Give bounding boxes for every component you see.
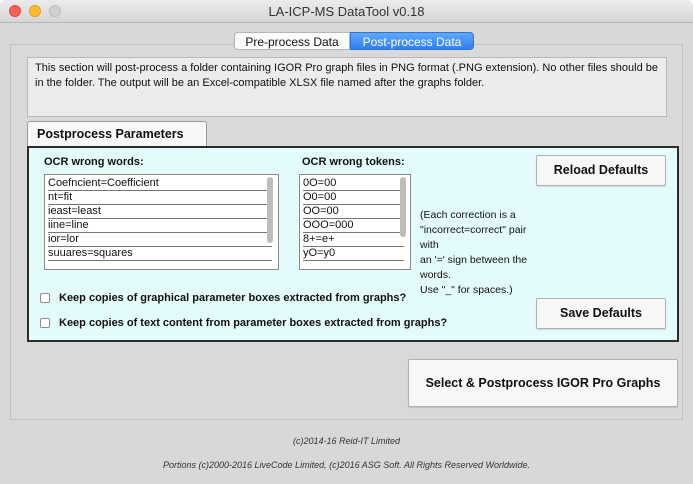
list-item[interactable]: ieast=least	[48, 205, 272, 219]
ocr-words-label: OCR wrong words:	[44, 156, 144, 168]
ocr-tokens-scrollbar[interactable]	[400, 177, 406, 237]
ocr-tokens-label: OCR wrong tokens:	[302, 156, 405, 168]
save-defaults-button[interactable]: Save Defaults	[536, 298, 666, 329]
tab-pre-process[interactable]: Pre-process Data	[234, 32, 350, 50]
copyright-line: (c)2014-16 Reid-IT Limited	[292, 436, 401, 446]
note-line: Use "_" for spaces.)	[420, 284, 513, 296]
keep-text-label[interactable]: Keep copies of text content from paramet…	[59, 317, 447, 329]
reload-defaults-button[interactable]: Reload Defaults	[536, 155, 666, 186]
note-line: an '=' sign between the words.	[420, 254, 528, 281]
copyright-portions-line: Portions (c)2000-2016 LiveCode Limited, …	[162, 460, 530, 470]
list-item[interactable]: O0=00	[303, 191, 404, 205]
list-item[interactable]: suuares=squares	[48, 247, 272, 261]
note-line: (Each correction is a	[420, 209, 516, 221]
segmented-tabs: Pre-process Data Post-process Data	[234, 32, 474, 50]
keep-boxes-label[interactable]: Keep copies of graphical parameter boxes…	[59, 292, 406, 304]
tab-post-process[interactable]: Post-process Data	[350, 32, 474, 50]
keep-text-option[interactable]: Keep copies of text content from paramet…	[40, 317, 447, 329]
ocr-words-scrollbar[interactable]	[267, 177, 273, 243]
list-item[interactable]: OO=00	[303, 205, 404, 219]
window-title: LA-ICP-MS DataTool v0.18	[268, 4, 425, 19]
keep-boxes-option[interactable]: Keep copies of graphical parameter boxes…	[40, 292, 406, 304]
ocr-words-list[interactable]: Coefncient=Coefficient nt=fit ieast=leas…	[44, 174, 279, 270]
select-postprocess-button[interactable]: Select & Postprocess IGOR Pro Graphs	[408, 359, 678, 407]
title-bar: LA-ICP-MS DataTool v0.18	[0, 0, 693, 23]
list-item[interactable]: ior=lor	[48, 233, 272, 247]
info-description: This section will post-process a folder …	[27, 57, 667, 117]
list-item[interactable]: OOO=000	[303, 219, 404, 233]
postprocess-parameters-tab[interactable]: Postprocess Parameters	[27, 121, 207, 147]
note-line: "incorrect=correct" pair with	[420, 224, 527, 251]
keep-boxes-checkbox[interactable]	[40, 293, 50, 303]
list-item[interactable]: nt=fit	[48, 191, 272, 205]
list-item[interactable]: 0O=00	[303, 177, 404, 191]
list-item[interactable]: 8+=e+	[303, 233, 404, 247]
app-window: LA-ICP-MS DataTool v0.18 Pre-process Dat…	[0, 0, 693, 484]
keep-text-checkbox[interactable]	[40, 318, 50, 328]
list-item[interactable]: iine=line	[48, 219, 272, 233]
correction-help-note: (Each correction is a "incorrect=correct…	[420, 208, 535, 298]
list-item[interactable]: yO=y0	[303, 247, 404, 261]
ocr-tokens-list[interactable]: 0O=00 O0=00 OO=00 OOO=000 8+=e+ yO=y0	[299, 174, 411, 270]
list-item[interactable]: Coefncient=Coefficient	[48, 177, 272, 191]
